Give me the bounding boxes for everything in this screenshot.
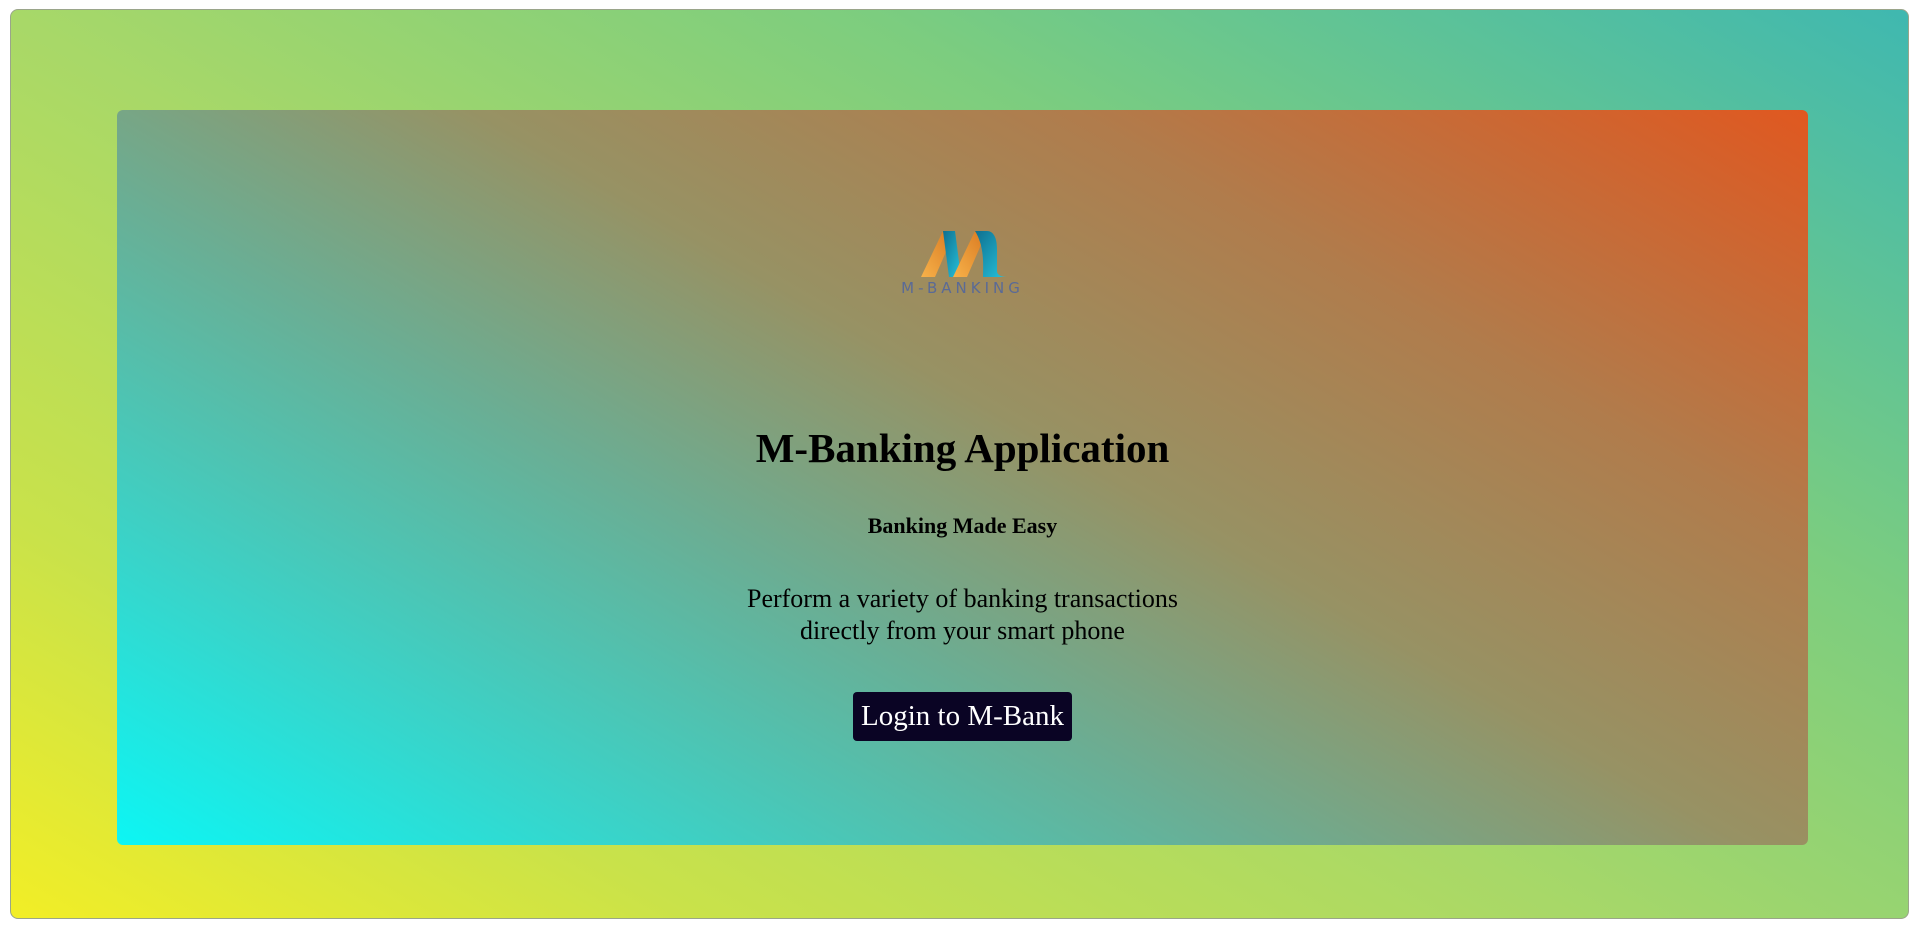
page-title: M-Banking Application [755,425,1170,471]
description-line-1: Perform a variety of banking transaction… [746,584,1179,613]
description-line-2: directly from your smart phone [800,616,1125,645]
logo-wordmark: M-BANKING [901,279,1024,297]
brand-logo: M-BANKING [888,227,1038,303]
page-frame: M-BANKING M-Banking Application Banking … [10,9,1909,919]
description: Perform a variety of banking transaction… [747,583,1178,647]
tagline: Banking Made Easy [867,513,1058,538]
m-banking-logo-icon [920,231,1007,277]
hero-card: M-BANKING M-Banking Application Banking … [117,110,1808,845]
login-button[interactable]: Login to M-Bank [853,692,1072,741]
